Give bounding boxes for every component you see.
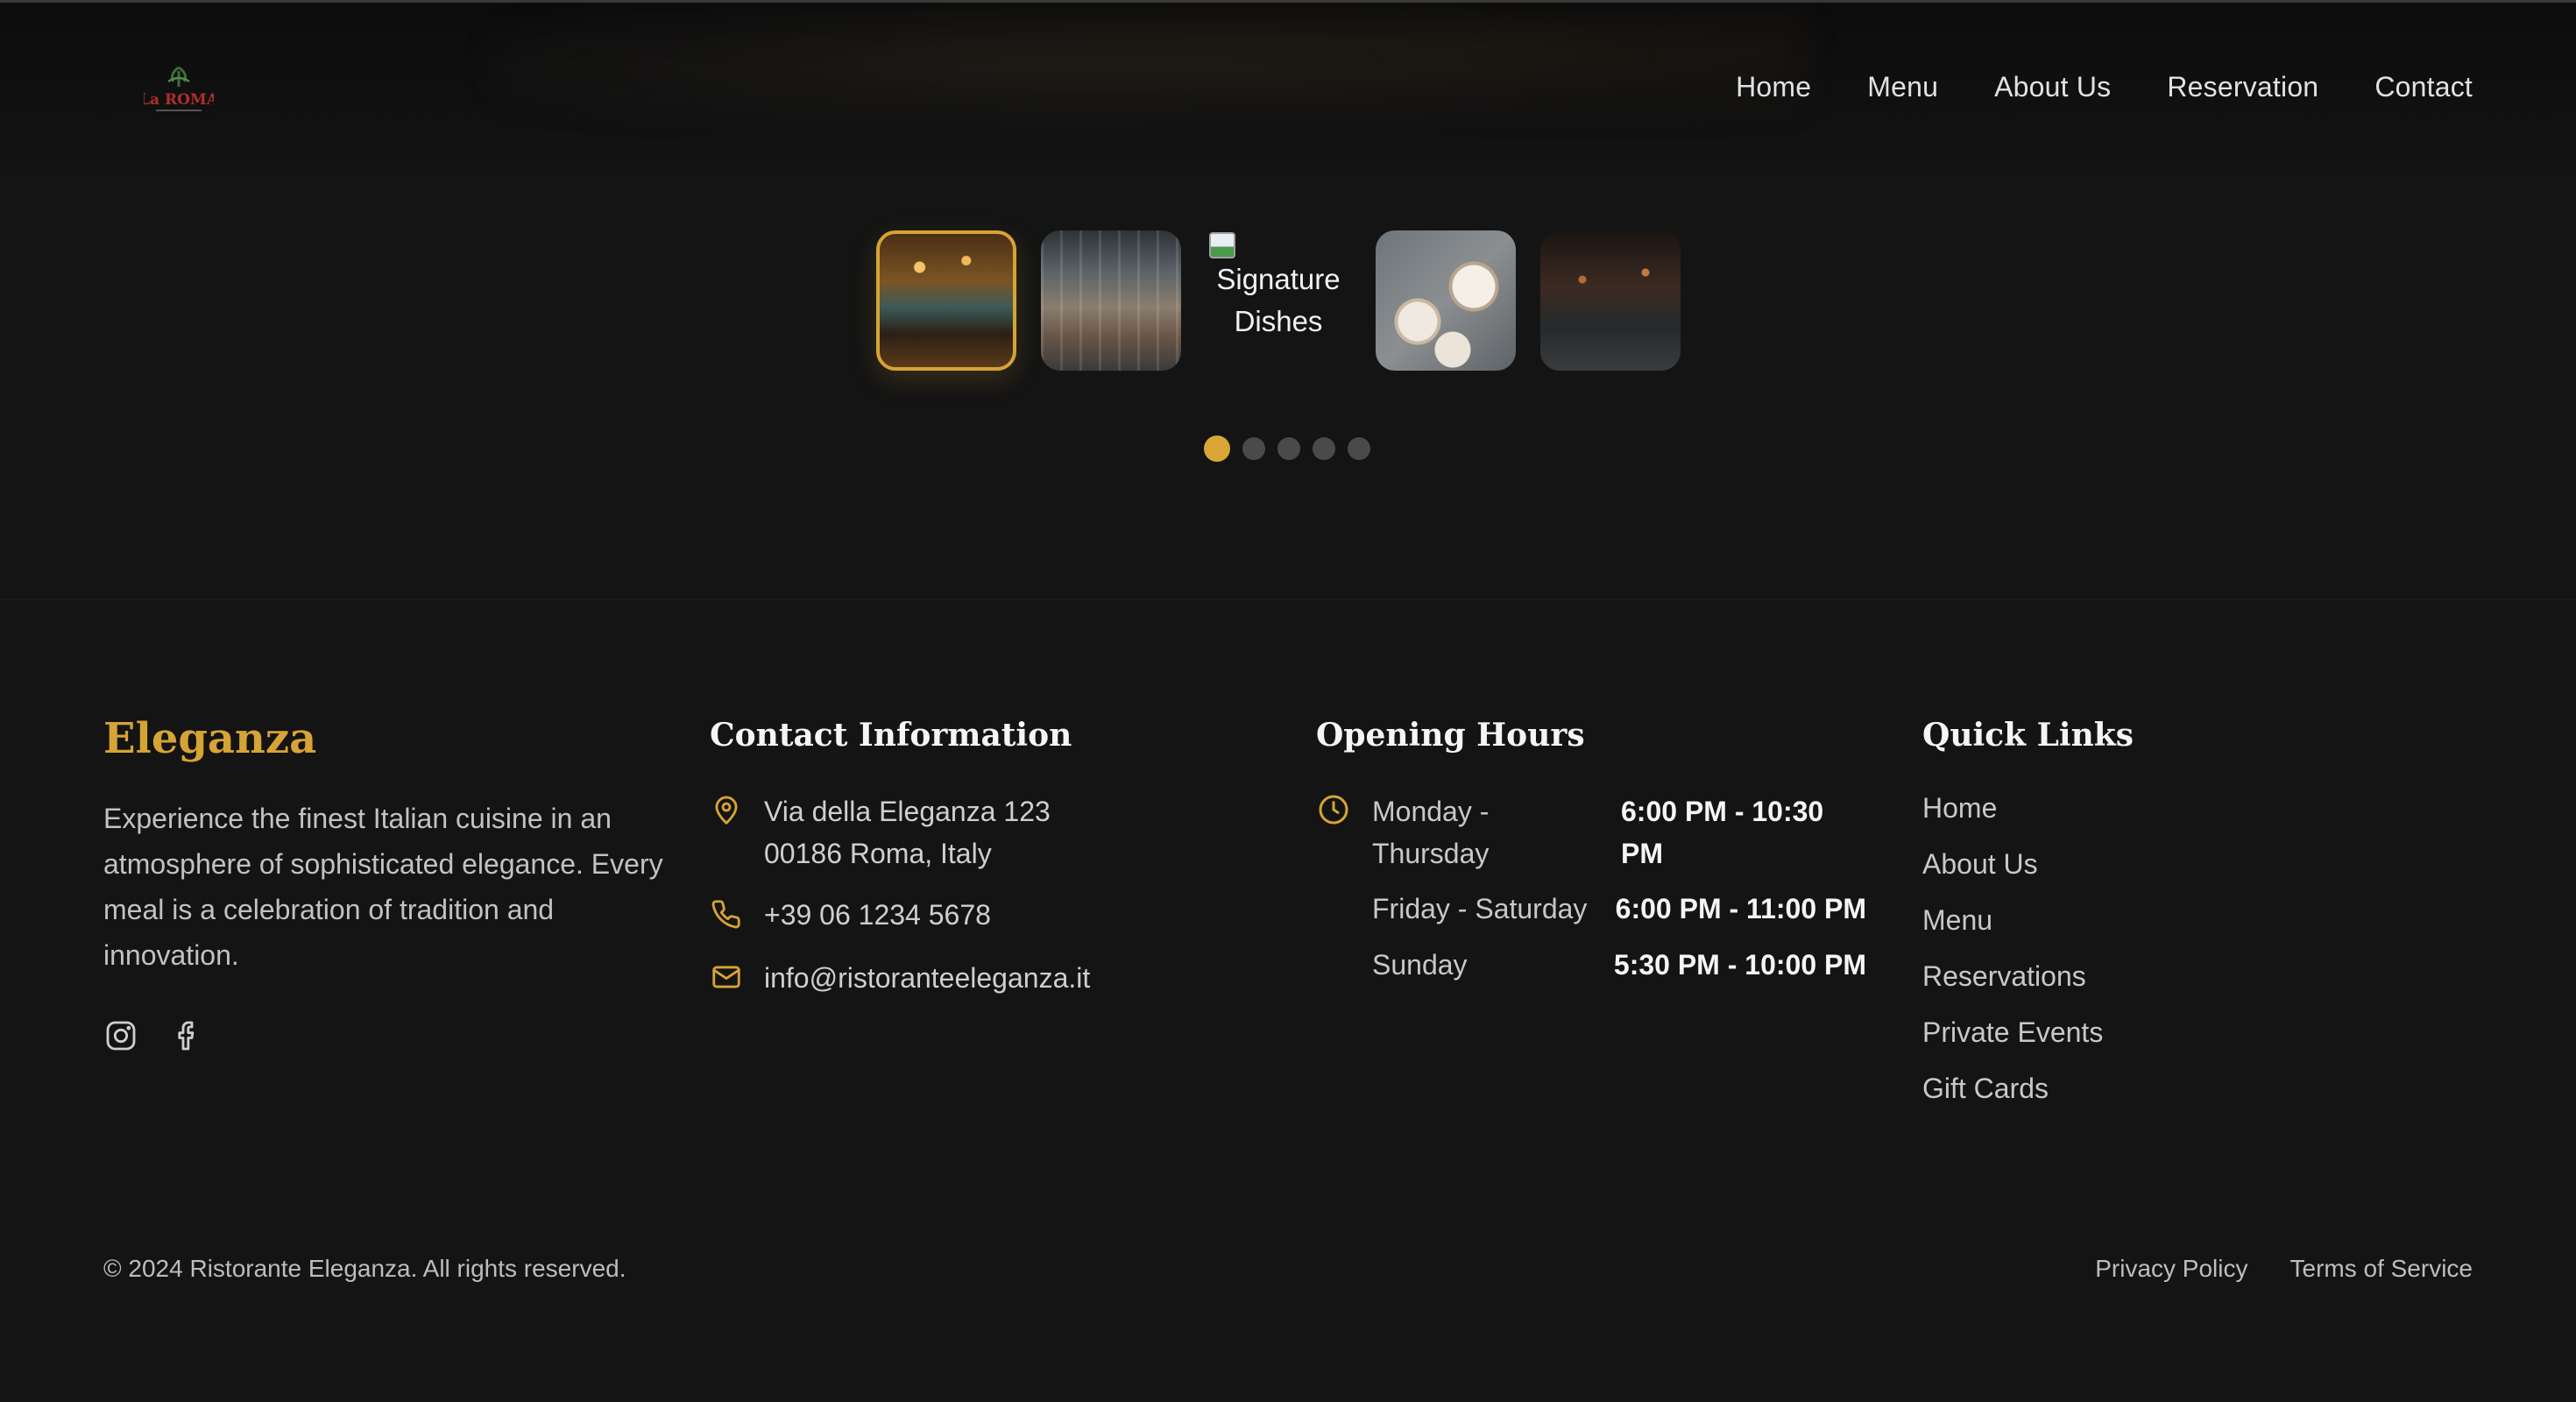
footer-brand: Eleganza xyxy=(103,714,317,763)
header-background-blur xyxy=(491,11,1805,143)
carousel-dot[interactable] xyxy=(1242,437,1265,460)
phone-number[interactable]: +39 06 1234 5678 xyxy=(764,894,991,936)
la-roma-logo[interactable]: La ROMA xyxy=(139,64,219,118)
email-item: info@ristoranteeleganza.it xyxy=(710,957,1090,999)
evening-dining-thumbnail[interactable] xyxy=(1540,230,1681,371)
nav-home[interactable]: Home xyxy=(1736,71,1811,103)
signature-dishes-thumbnail[interactable]: Signature Dishes xyxy=(1206,230,1351,371)
nav-reservation[interactable]: Reservation xyxy=(2167,71,2318,103)
quick-link-gift-cards[interactable]: Gift Cards xyxy=(1922,1067,2103,1109)
carousel-dot[interactable] xyxy=(1204,435,1230,462)
privacy-policy-link[interactable]: Privacy Policy xyxy=(2095,1255,2247,1283)
nav-about-us[interactable]: About Us xyxy=(1994,71,2111,103)
mail-icon xyxy=(710,960,743,994)
hours-title: Opening Hours xyxy=(1316,717,1585,754)
quick-link-private-events[interactable]: Private Events xyxy=(1922,1011,2103,1053)
hours-time: 5:30 PM - 10:00 PM xyxy=(1613,949,1866,981)
nav-contact[interactable]: Contact xyxy=(2374,71,2473,103)
svg-text:La ROMA: La ROMA xyxy=(144,91,214,109)
hours-time: 6:00 PM - 10:30 PM xyxy=(1621,796,1824,869)
hours-row: Monday - Thursday 6:00 PM - 10:30 PM xyxy=(1372,790,1866,874)
main-nav: Home Menu About Us Reservation Contact xyxy=(1736,71,2473,103)
quick-links: Home About Us Menu Reservations Private … xyxy=(1922,787,2103,1109)
clock-icon xyxy=(1316,792,1351,827)
broken-image-icon xyxy=(1209,232,1235,258)
facebook-icon[interactable] xyxy=(170,1018,205,1053)
hours-row: Sunday 5:30 PM - 10:00 PM xyxy=(1372,944,1866,986)
carousel-dot[interactable] xyxy=(1313,437,1335,460)
quick-links-title: Quick Links xyxy=(1922,717,2134,754)
email-address[interactable]: info@ristoranteeleganza.it xyxy=(764,957,1090,999)
map-pin-icon xyxy=(710,794,743,827)
terms-of-service-link[interactable]: Terms of Service xyxy=(2290,1255,2473,1283)
hours-time: 6:00 PM - 11:00 PM xyxy=(1615,893,1866,924)
hours-day: Friday - Saturday xyxy=(1372,893,1588,924)
bar-interior-thumbnail[interactable] xyxy=(876,230,1016,371)
hours-day: Sunday xyxy=(1372,949,1468,981)
copyright: © 2024 Ristorante Eleganza. All rights r… xyxy=(103,1255,626,1282)
brand-description: Experience the finest Italian cuisine in… xyxy=(103,803,663,971)
quick-link-about-us[interactable]: About Us xyxy=(1922,843,2103,885)
hours-row: Friday - Saturday 6:00 PM - 11:00 PM xyxy=(1372,888,1866,930)
table-dishes-thumbnail[interactable] xyxy=(1376,230,1516,371)
carousel-dots xyxy=(1204,435,1370,462)
address-line-2: 00186 Roma, Italy xyxy=(764,838,992,869)
hours-day: Monday - Thursday xyxy=(1372,796,1490,869)
quick-link-home[interactable]: Home xyxy=(1922,787,2103,829)
quick-link-menu[interactable]: Menu xyxy=(1922,899,2103,941)
instagram-icon[interactable] xyxy=(103,1018,138,1053)
social-links xyxy=(103,1018,205,1053)
quick-link-reservations[interactable]: Reservations xyxy=(1922,955,2103,997)
contact-title: Contact Information xyxy=(710,717,1072,754)
site-header: La ROMA Home Menu About Us Reservation C… xyxy=(0,0,2576,172)
carousel-dot[interactable] xyxy=(1277,437,1300,460)
address-line-1: Via della Eleganza 123 xyxy=(764,796,1051,827)
address-item: Via della Eleganza 123 00186 Roma, Italy xyxy=(710,790,1051,874)
nav-menu[interactable]: Menu xyxy=(1867,71,1938,103)
footer-divider xyxy=(0,599,2576,600)
dining-hall-thumbnail[interactable] xyxy=(1041,230,1181,371)
carousel-dot[interactable] xyxy=(1348,437,1370,460)
phone-icon xyxy=(710,897,743,931)
legal-links: Privacy Policy Terms of Service xyxy=(2095,1255,2473,1283)
phone-item: +39 06 1234 5678 xyxy=(710,894,991,936)
thumbnail-alt-text: Signature Dishes xyxy=(1216,263,1341,337)
carousel-thumbnails: Signature Dishes xyxy=(876,226,1681,375)
